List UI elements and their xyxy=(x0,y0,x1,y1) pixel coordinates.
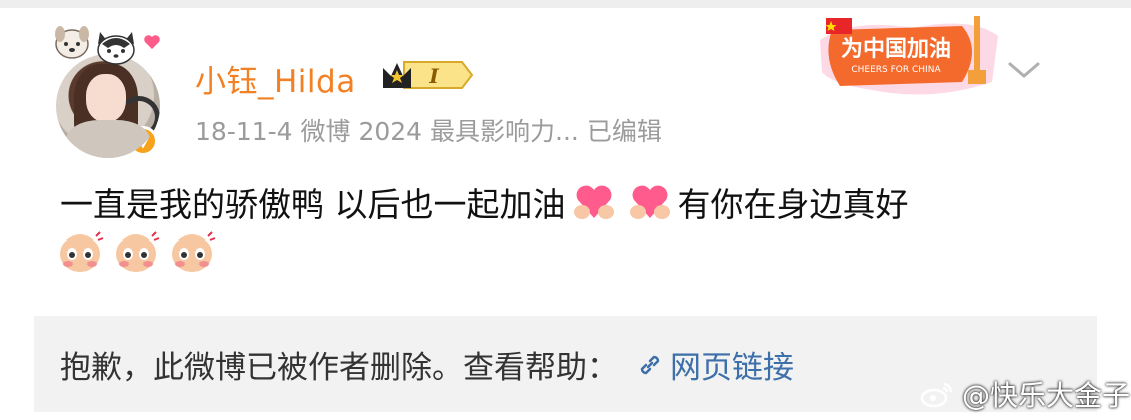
watermark: @快乐大金子 xyxy=(920,374,1130,414)
sticker-row xyxy=(56,228,216,276)
campaign-subtitle: CHEERS FOR CHINA xyxy=(851,65,941,75)
heart-hands-emoji xyxy=(573,185,614,219)
link-icon xyxy=(640,355,660,374)
top-divider xyxy=(0,0,1131,8)
username[interactable]: 小钰_Hilda xyxy=(195,56,356,101)
chevron-down-icon[interactable] xyxy=(1004,58,1044,82)
campaign-badge[interactable]: 为中国加油 CHEERS FOR CHINA xyxy=(812,10,1004,102)
blushing-sticker xyxy=(60,231,104,272)
help-link-label[interactable]: 网页链接 xyxy=(670,342,794,387)
post-meta: 18-11-4 微博 2024 最具影响力... 已编辑 xyxy=(195,117,662,146)
dog-sticker-icon xyxy=(55,26,89,59)
deleted-message: 抱歉，此微博已被作者删除。查看帮助： xyxy=(60,350,618,386)
post-text-part2: 有你在身边真好 xyxy=(677,185,909,224)
cat-sticker-icon xyxy=(97,32,135,65)
avatar[interactable] xyxy=(56,54,160,158)
weibo-post-card: 小钰_Hilda I 18-11-4 微博 2024 最具影响力... 已编辑 … xyxy=(0,0,1131,420)
heart-icon xyxy=(144,35,160,49)
campaign-title: 为中国加油 xyxy=(841,37,951,62)
watermark-text: @快乐大金子 xyxy=(962,379,1131,412)
post-text-part1: 一直是我的骄傲鸭 以后也一起加油 xyxy=(60,185,566,224)
blushing-sticker xyxy=(116,231,160,272)
post-text: 一直是我的骄傲鸭 以后也一起加油 有你在身边真好 xyxy=(60,178,909,226)
help-link[interactable]: 网页链接 xyxy=(636,342,794,387)
avatar-area[interactable] xyxy=(48,22,168,162)
deleted-notice: 抱歉，此微博已被作者删除。查看帮助： 网页链接 xyxy=(60,342,794,387)
weibo-logo-icon xyxy=(920,382,953,408)
vip-level: I xyxy=(428,64,439,88)
blushing-sticker xyxy=(172,231,216,272)
vip-badge[interactable]: I xyxy=(380,58,476,92)
heart-hands-emoji xyxy=(629,185,670,219)
